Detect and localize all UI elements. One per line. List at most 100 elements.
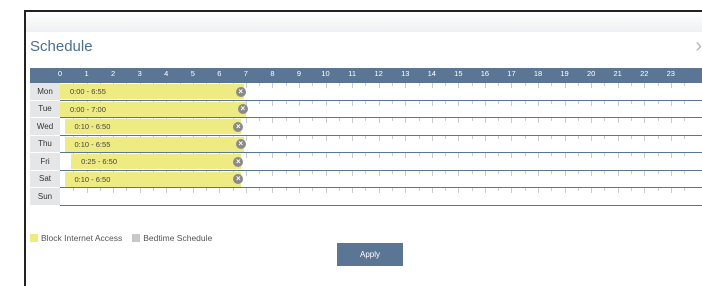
- tick-mark: [684, 188, 686, 191]
- remove-block-icon[interactable]: ×: [233, 174, 244, 184]
- tick-mark: [551, 170, 553, 174]
- tick-mark: [312, 170, 314, 174]
- tick-mark: [484, 188, 486, 193]
- day-track[interactable]: 0:10 - 6:50 ×: [60, 118, 702, 136]
- block-bar[interactable]: 0:00 - 7:00: [60, 101, 246, 117]
- tick-mark: [352, 170, 354, 176]
- tick-mark: [312, 100, 314, 104]
- tick-mark: [431, 153, 433, 158]
- tick-mark: [378, 118, 380, 123]
- day-track[interactable]: 0:10 - 6:50 ×: [60, 170, 702, 188]
- tick-mark: [458, 188, 460, 193]
- day-row: Fri 0:25 - 6:50 ×: [30, 153, 702, 171]
- tick-mark: [471, 188, 473, 191]
- tick-mark: [272, 100, 274, 106]
- remove-block-icon[interactable]: ×: [235, 86, 246, 97]
- tick-mark: [431, 135, 433, 141]
- tick-mark: [325, 153, 327, 158]
- tick-mark: [365, 83, 367, 86]
- tick-mark: [670, 118, 672, 123]
- tick-mark: [524, 118, 526, 121]
- block-bar[interactable]: 0:10 - 6:50: [64, 119, 242, 134]
- tick-mark: [604, 100, 606, 104]
- tick-mark: [299, 153, 300, 158]
- day-label: Sun: [30, 188, 60, 206]
- day-label: Tue: [30, 100, 60, 118]
- tick-mark: [630, 153, 632, 156]
- tick-mark: [604, 188, 606, 191]
- tick-mark: [418, 170, 420, 174]
- tick-mark: [644, 83, 646, 88]
- remove-block-icon[interactable]: ×: [237, 104, 248, 114]
- tick-mark: [418, 118, 420, 121]
- tick-mark: [259, 135, 261, 139]
- tick-mark: [272, 83, 274, 88]
- tick-mark: [657, 153, 659, 156]
- tick-mark: [591, 83, 593, 88]
- tick-mark: [272, 153, 274, 158]
- tick-mark: [577, 170, 579, 174]
- tick-mark: [405, 153, 407, 158]
- tick-mark: [365, 118, 367, 121]
- tick-mark: [378, 100, 380, 106]
- tick-mark: [670, 100, 672, 106]
- remove-block-icon[interactable]: ×: [235, 139, 246, 149]
- tick-mark: [684, 118, 686, 121]
- tick-mark: [312, 153, 314, 156]
- tick-mark: [245, 118, 247, 123]
- day-track[interactable]: 0:00 - 6:55 ×: [60, 83, 702, 101]
- tick-mark: [245, 170, 247, 176]
- block-bar[interactable]: 0:10 - 6:55: [64, 136, 244, 152]
- hour-label: 16: [480, 69, 490, 78]
- tick-mark: [538, 100, 540, 106]
- tick-mark: [604, 135, 606, 139]
- hour-label: 12: [374, 69, 383, 78]
- hour-label: 13: [401, 69, 410, 78]
- tick-mark: [591, 170, 593, 176]
- block-bar[interactable]: 0:25 - 6:50: [71, 154, 242, 169]
- tick-mark: [577, 153, 579, 156]
- tick-mark: [630, 188, 632, 191]
- tick-mark: [498, 100, 500, 104]
- hour-label: 20: [586, 69, 596, 78]
- tick-mark: [604, 153, 606, 156]
- day-row: Tue 0:00 - 7:00 ×: [30, 100, 702, 118]
- tick-mark: [484, 100, 486, 106]
- tick-mark: [272, 135, 274, 141]
- tick-mark: [405, 135, 407, 141]
- tick-mark: [299, 170, 300, 176]
- day-row: Mon 0:00 - 6:55 ×: [30, 83, 702, 101]
- remove-block-icon[interactable]: ×: [233, 121, 244, 132]
- tick-mark: [405, 83, 407, 88]
- tick-mark: [445, 83, 447, 86]
- close-chevron-icon[interactable]: ›: [695, 36, 702, 56]
- day-track[interactable]: 0:25 - 6:50 ×: [60, 153, 702, 171]
- day-track[interactable]: [60, 188, 702, 206]
- tick-mark: [657, 135, 659, 139]
- tick-mark: [498, 83, 500, 86]
- block-bar[interactable]: 0:10 - 6:50: [64, 171, 242, 187]
- day-track[interactable]: 0:10 - 6:55 ×: [60, 135, 702, 153]
- tick-mark: [498, 135, 500, 139]
- tick-mark: [577, 100, 579, 104]
- legend-bedtime-label: Bedtime Schedule: [143, 233, 213, 243]
- legend-bedtime-swatch: [132, 234, 141, 242]
- tick-mark: [684, 100, 686, 104]
- tick-mark: [285, 153, 287, 156]
- tick-mark: [511, 83, 513, 88]
- tick-mark: [577, 118, 579, 121]
- tick-mark: [551, 188, 553, 191]
- tick-mark: [591, 153, 593, 158]
- tick-mark: [684, 83, 686, 86]
- tick-mark: [73, 188, 75, 191]
- hour-label: 3: [137, 69, 142, 78]
- apply-button[interactable]: Apply: [337, 243, 403, 266]
- tick-mark: [259, 118, 261, 121]
- day-label: Thu: [30, 135, 60, 153]
- tick-mark: [352, 118, 354, 123]
- tick-mark: [511, 153, 513, 158]
- block-bar[interactable]: 0:00 - 6:55: [60, 84, 244, 99]
- tick-mark: [617, 170, 619, 176]
- remove-block-icon[interactable]: ×: [233, 156, 244, 167]
- day-track[interactable]: 0:00 - 7:00 ×: [60, 100, 702, 118]
